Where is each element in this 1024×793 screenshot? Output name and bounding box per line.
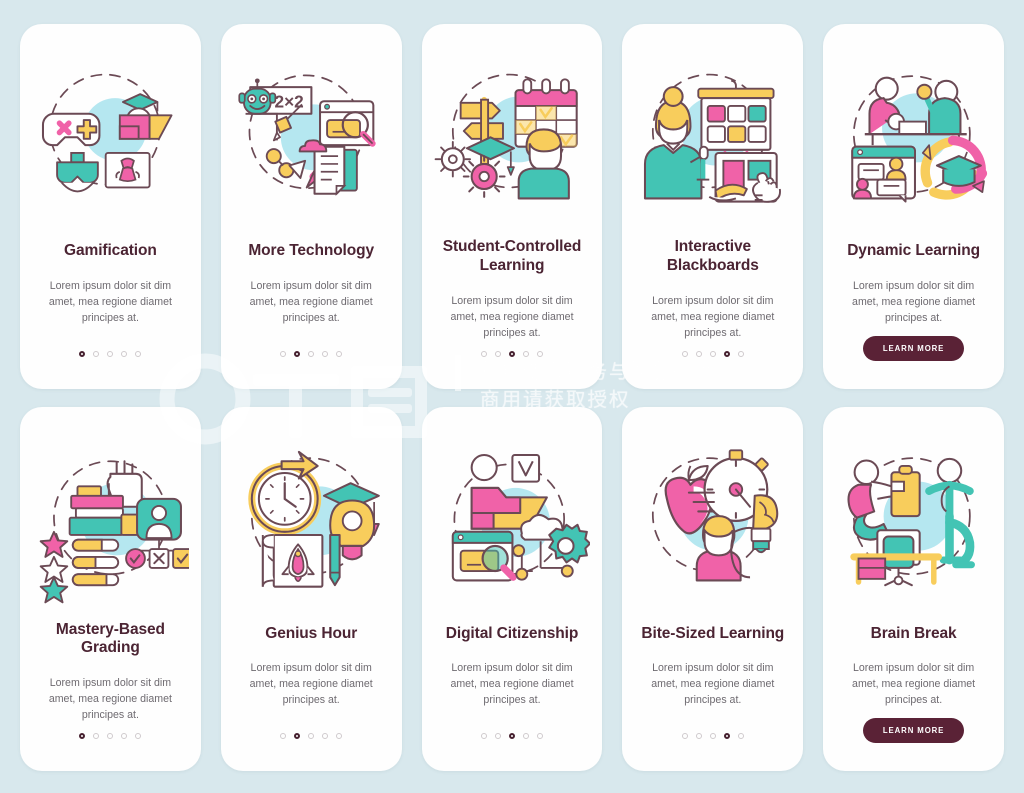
pagination-dots[interactable] xyxy=(280,350,343,357)
pagination-dot-active[interactable] xyxy=(294,733,301,739)
pagination-dot[interactable] xyxy=(336,350,343,357)
card-description: Lorem ipsum dolor sit dim amet, mea regi… xyxy=(450,294,574,339)
pagination-dot[interactable] xyxy=(536,350,543,357)
pagination-dot[interactable] xyxy=(737,733,744,739)
pagination-dot-active[interactable] xyxy=(723,350,730,357)
folder-browser-cloud-gear-icon xyxy=(434,429,591,609)
card-title: Dynamic Learning xyxy=(847,242,980,259)
pagination-dot[interactable] xyxy=(280,733,287,739)
pagination-dot[interactable] xyxy=(322,350,329,357)
pagination-dot[interactable] xyxy=(135,733,142,739)
pagination-dot[interactable] xyxy=(522,733,529,739)
onboarding-card-bite-sized-learning[interactable]: Bite-Sized Learning Lorem ipsum dolor sit… xyxy=(622,406,804,771)
card-title: More Technology xyxy=(248,242,375,259)
pagination-dot-active[interactable] xyxy=(294,350,301,357)
pagination-dots[interactable] xyxy=(681,733,744,739)
card-title: Brain Break xyxy=(870,624,957,642)
pagination-dot[interactable] xyxy=(709,733,716,739)
onboarding-card-dynamic-learning[interactable]: Dynamic Learning Lorem ipsum dolor sit di… xyxy=(823,24,1004,389)
teacher-board-tablet-icon xyxy=(634,46,791,226)
gamepad-vr-graduation-icon xyxy=(32,46,189,226)
pagination-dot-active[interactable] xyxy=(723,733,730,739)
pagination-dots[interactable] xyxy=(480,733,543,739)
pagination-dot[interactable] xyxy=(480,733,487,739)
desk-chair-stretching-people-icon xyxy=(835,429,992,609)
card-description: Lorem ipsum dolor sit dim amet, mea regi… xyxy=(651,294,775,339)
card-description: Lorem ipsum dolor sit dim amet, mea regi… xyxy=(48,677,172,722)
pagination-dot-active[interactable] xyxy=(79,733,86,739)
card-description: Lorem ipsum dolor sit dim amet, mea regi… xyxy=(249,662,373,707)
robot-browser-document-icon: 2×2 xyxy=(233,46,390,226)
pagination-dot[interactable] xyxy=(494,350,501,357)
pagination-dot[interactable] xyxy=(522,350,529,357)
pagination-dot[interactable] xyxy=(681,733,688,739)
pagination-dot[interactable] xyxy=(121,733,128,739)
card-title: Bite-Sized Learning xyxy=(641,624,785,642)
svg-text:2×2: 2×2 xyxy=(274,91,303,111)
onboarding-card-digital-citizenship[interactable]: Digital Citizenship Lorem ipsum dolor sit… xyxy=(421,406,603,771)
pagination-dot[interactable] xyxy=(107,733,114,739)
pagination-dot[interactable] xyxy=(480,350,487,357)
pagination-dot-active[interactable] xyxy=(508,733,515,739)
card-description: Lorem ipsum dolor sit dim amet, mea regi… xyxy=(48,279,172,324)
pagination-dots[interactable] xyxy=(79,733,142,739)
pagination-dot[interactable] xyxy=(322,733,329,739)
pagination-dots[interactable] xyxy=(79,350,142,357)
pagination-dot[interactable] xyxy=(93,733,100,739)
card-title: Genius Hour xyxy=(265,624,358,642)
onboarding-card-gamification[interactable]: Gamification Lorem ipsum dolor sit dim am… xyxy=(20,24,201,389)
onboarding-card-mastery-based-grading[interactable]: Mastery-Based Grading Lorem ipsum dolor s… xyxy=(20,406,201,771)
pagination-dots[interactable] xyxy=(280,733,343,739)
pagination-dot[interactable] xyxy=(737,350,744,357)
onboarding-card-student-controlled-learning[interactable]: Student-Controlled Learning Lorem ipsum d… xyxy=(421,24,603,389)
pagination-dot[interactable] xyxy=(695,733,702,739)
pagination-dot[interactable] xyxy=(107,350,114,357)
card-title: Mastery-Based Grading xyxy=(55,620,165,657)
pagination-dots[interactable] xyxy=(681,350,744,357)
card-title: Student-Controlled Learning xyxy=(442,238,582,274)
card-description: Lorem ipsum dolor sit dim amet, mea regi… xyxy=(249,279,373,324)
card-title: Digital Citizenship xyxy=(445,624,579,642)
card-description: Lorem ipsum dolor sit dim amet, mea regi… xyxy=(852,279,976,324)
learn-more-button[interactable]: LEARN MORE xyxy=(862,335,965,361)
pagination-dot[interactable] xyxy=(709,350,716,357)
pagination-dot-active[interactable] xyxy=(508,350,515,357)
pagination-dot[interactable] xyxy=(308,733,315,739)
card-title: Gamification xyxy=(64,242,157,259)
pagination-dot[interactable] xyxy=(336,733,343,739)
onboarding-card-genius-hour[interactable]: Genius Hour Lorem ipsum dolor sit dim ame… xyxy=(220,406,402,771)
onboarding-card-grid: Gamification Lorem ipsum dolor sit dim am… xyxy=(0,0,1024,793)
pagination-dot[interactable] xyxy=(93,350,100,357)
books-hand-stars-checklist-icon xyxy=(32,429,189,609)
calendar-signpost-student-icon xyxy=(434,46,591,226)
onboarding-card-brain-break[interactable]: Brain Break Lorem ipsum dolor sit dim ame… xyxy=(823,406,1004,771)
pagination-dots[interactable] xyxy=(480,350,543,357)
pagination-dot[interactable] xyxy=(308,350,315,357)
pagination-dot[interactable] xyxy=(280,350,287,357)
students-chat-graduation-cycle-icon xyxy=(835,46,992,226)
card-description: Lorem ipsum dolor sit dim amet, mea regi… xyxy=(450,662,574,707)
onboarding-card-interactive-blackboards[interactable]: Interactive Blackboards Lorem ipsum dolor… xyxy=(622,24,804,389)
onboarding-card-more-technology[interactable]: 2×2 More Technology Lorem ipsum dolor sit… xyxy=(220,24,402,389)
pagination-dot[interactable] xyxy=(536,733,543,739)
pagination-dot-active[interactable] xyxy=(79,350,86,357)
card-title: Interactive Blackboards xyxy=(666,238,759,274)
pagination-dot[interactable] xyxy=(121,350,128,357)
card-description: Lorem ipsum dolor sit dim amet, mea regi… xyxy=(651,662,775,707)
clock-rocket-lightbulb-icon xyxy=(233,429,390,609)
apple-stopwatch-brain-bulb-icon xyxy=(634,429,791,609)
pagination-dot[interactable] xyxy=(681,350,688,357)
card-description: Lorem ipsum dolor sit dim amet, mea regi… xyxy=(852,662,976,707)
pagination-dot[interactable] xyxy=(135,350,142,357)
pagination-dot[interactable] xyxy=(494,733,501,739)
pagination-dot[interactable] xyxy=(695,350,702,357)
learn-more-button[interactable]: LEARN MORE xyxy=(862,718,965,743)
